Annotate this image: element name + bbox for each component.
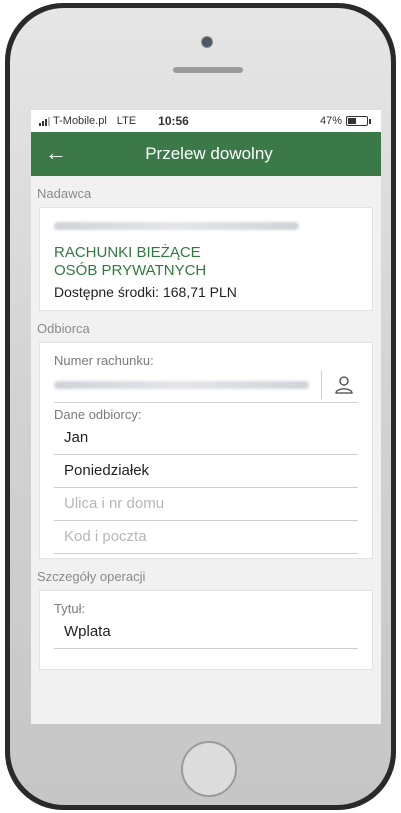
- account-name-line2: OSÓB PRYWATNYCH: [54, 262, 207, 279]
- masked-recipient-account: [54, 381, 309, 389]
- battery-icon: [346, 116, 368, 126]
- app-header: ← Przelew dowolny: [31, 132, 381, 176]
- camera-icon: [201, 36, 213, 48]
- street-field[interactable]: Ulica i nr domu: [54, 488, 358, 521]
- account-number-label: Numer rachunku:: [54, 353, 154, 368]
- details-card: Tytuł: Wplata: [39, 590, 373, 670]
- title-label: Tytuł:: [54, 601, 86, 616]
- recipient-data-label: Dane odbiorcy:: [54, 407, 142, 422]
- account-number-field[interactable]: [54, 368, 358, 403]
- page-title: Przelew dowolny: [145, 144, 273, 163]
- recipient-section-label: Odbiorca: [37, 321, 90, 336]
- masked-account-number: [54, 222, 299, 230]
- battery-fill: [348, 118, 357, 124]
- status-bar: T-Mobile.pl LTE 10:56 47%: [31, 110, 381, 132]
- back-arrow-icon[interactable]: ←: [45, 141, 67, 165]
- sender-card[interactable]: RACHUNKI BIEŻĄCE OSÓB PRYWATNYCH Dostępn…: [39, 207, 373, 311]
- battery-percent: 47%: [319, 115, 342, 127]
- person-icon[interactable]: [321, 371, 358, 399]
- phone-screen: T-Mobile.pl LTE 10:56 47% ← Przelew dowo…: [31, 110, 381, 724]
- postal-field[interactable]: Kod i poczta: [54, 521, 358, 554]
- signal-icon: [39, 116, 50, 126]
- recipient-card: Numer rachunku: Dane odbiorcy: Jan Ponie…: [39, 342, 373, 559]
- account-name-line1: RACHUNKI BIEŻĄCE: [54, 244, 201, 261]
- last-name-field[interactable]: Poniedziałek: [54, 455, 358, 488]
- phone-frame: T-Mobile.pl LTE 10:56 47% ← Przelew dowo…: [5, 3, 396, 810]
- speaker-grille: [173, 67, 243, 73]
- sender-section-label: Nadawca: [37, 186, 92, 201]
- home-button[interactable]: [181, 741, 237, 797]
- network-type: LTE: [116, 115, 137, 127]
- clock: 10:56: [158, 114, 189, 128]
- details-section-label: Szczegóły operacji: [37, 569, 146, 584]
- carrier-name: T-Mobile.pl: [53, 115, 107, 127]
- first-name-field[interactable]: Jan: [54, 422, 358, 455]
- available-funds: Dostępne środki: 168,71 PLN: [54, 284, 237, 300]
- title-field[interactable]: Wplata: [54, 616, 358, 649]
